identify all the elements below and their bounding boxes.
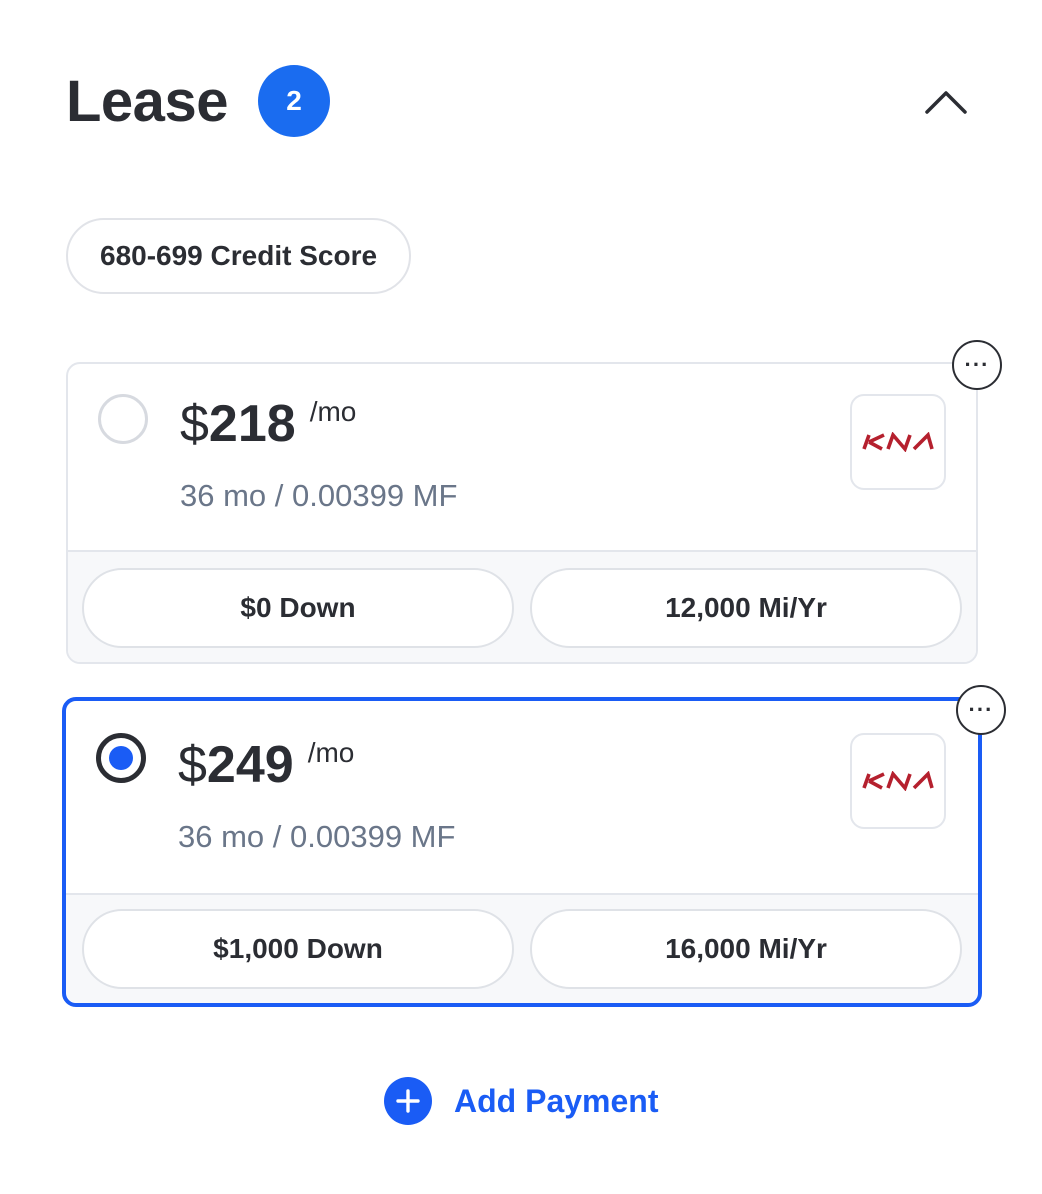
- price-currency: $: [180, 395, 209, 453]
- price-period: /mo: [309, 396, 357, 427]
- lease-panel: Lease 2 680-699 Credit Score $ 218 /mo 3…: [0, 0, 1042, 1194]
- down-payment-pill[interactable]: $0 Down: [82, 568, 514, 648]
- collapse-button[interactable]: [916, 72, 976, 132]
- offer-radio-selected[interactable]: [96, 733, 146, 783]
- offer-radio[interactable]: [98, 394, 148, 444]
- section-title: Lease: [66, 69, 228, 134]
- price-amount: 218: [208, 395, 296, 453]
- more-horizontal-icon: ···: [964, 352, 990, 377]
- offer-details: $1,000 Down 16,000 Mi/Yr: [66, 893, 978, 1003]
- credit-score-label: 680-699 Credit Score: [100, 240, 378, 271]
- kia-logo: [862, 432, 934, 452]
- mileage-pill[interactable]: 16,000 Mi/Yr: [530, 909, 962, 989]
- offer-summary: $ 249 /mo 36 mo / 0.00399 MF ···: [66, 685, 1006, 889]
- section-header: Lease 2: [66, 62, 976, 142]
- count-badge: 2: [258, 65, 330, 137]
- kia-logo: [862, 771, 934, 791]
- offer-price: $ 249 /mo: [178, 735, 354, 795]
- credit-score-chip[interactable]: 680-699 Credit Score: [66, 218, 412, 294]
- lease-offer-card[interactable]: $ 218 /mo 36 mo / 0.00399 MF ··· $0 Down…: [66, 340, 1002, 664]
- more-horizontal-icon: ···: [968, 697, 994, 722]
- brand-logo: [850, 394, 946, 490]
- down-payment-pill[interactable]: $1,000 Down: [82, 909, 514, 989]
- price-amount: 249: [206, 736, 294, 794]
- add-payment-label: Add Payment: [454, 1082, 659, 1119]
- mileage-pill[interactable]: 12,000 Mi/Yr: [530, 568, 962, 648]
- brand-logo: [850, 733, 946, 829]
- price-currency: $: [178, 736, 207, 794]
- offer-price: $ 218 /mo: [180, 394, 356, 454]
- offer-details: $0 Down 12,000 Mi/Yr: [68, 550, 976, 662]
- chevron-up-icon: [925, 91, 967, 114]
- add-payment-button[interactable]: Add Payment: [384, 1076, 658, 1126]
- offer-terms: 36 mo / 0.00399 MF: [178, 819, 456, 854]
- more-options-button[interactable]: ···: [952, 340, 1002, 390]
- more-options-button[interactable]: ···: [956, 685, 1006, 735]
- plus-icon: [384, 1077, 432, 1125]
- offer-summary: $ 218 /mo 36 mo / 0.00399 MF ···: [68, 340, 1002, 552]
- price-period: /mo: [307, 737, 355, 768]
- offer-terms: 36 mo / 0.00399 MF: [180, 478, 458, 513]
- lease-offer-card-selected[interactable]: $ 249 /mo 36 mo / 0.00399 MF ··· $1,000 …: [62, 685, 1006, 1007]
